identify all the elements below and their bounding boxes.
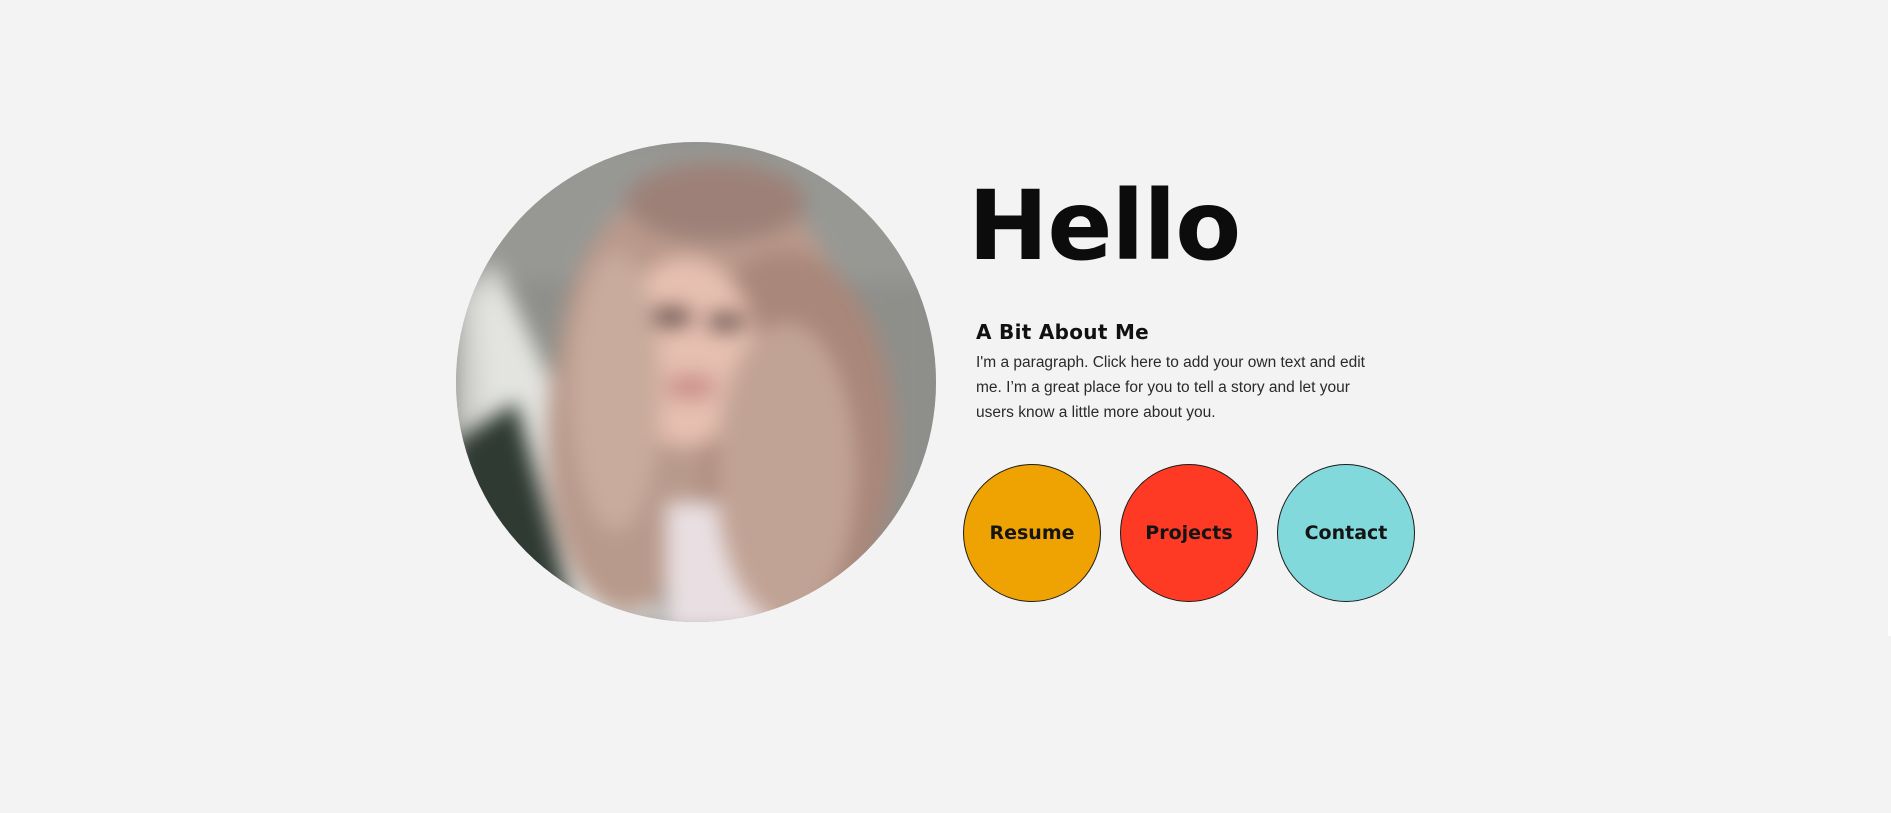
resume-button[interactable]: Resume	[963, 464, 1101, 602]
resume-button-label: Resume	[989, 522, 1075, 544]
about-heading: A Bit About Me	[976, 320, 1150, 344]
projects-button[interactable]: Projects	[1120, 464, 1258, 602]
profile-photo-image	[456, 142, 936, 622]
hero-title: Hello	[968, 170, 1241, 282]
about-paragraph: I'm a paragraph. Click here to add your …	[976, 354, 1365, 421]
page: Hello A Bit About Me I'm a paragraph. Cl…	[0, 0, 1891, 813]
contact-button-label: Contact	[1304, 522, 1388, 544]
projects-button-label: Projects	[1145, 522, 1233, 544]
profile-photo	[456, 142, 936, 622]
contact-button[interactable]: Contact	[1277, 464, 1415, 602]
